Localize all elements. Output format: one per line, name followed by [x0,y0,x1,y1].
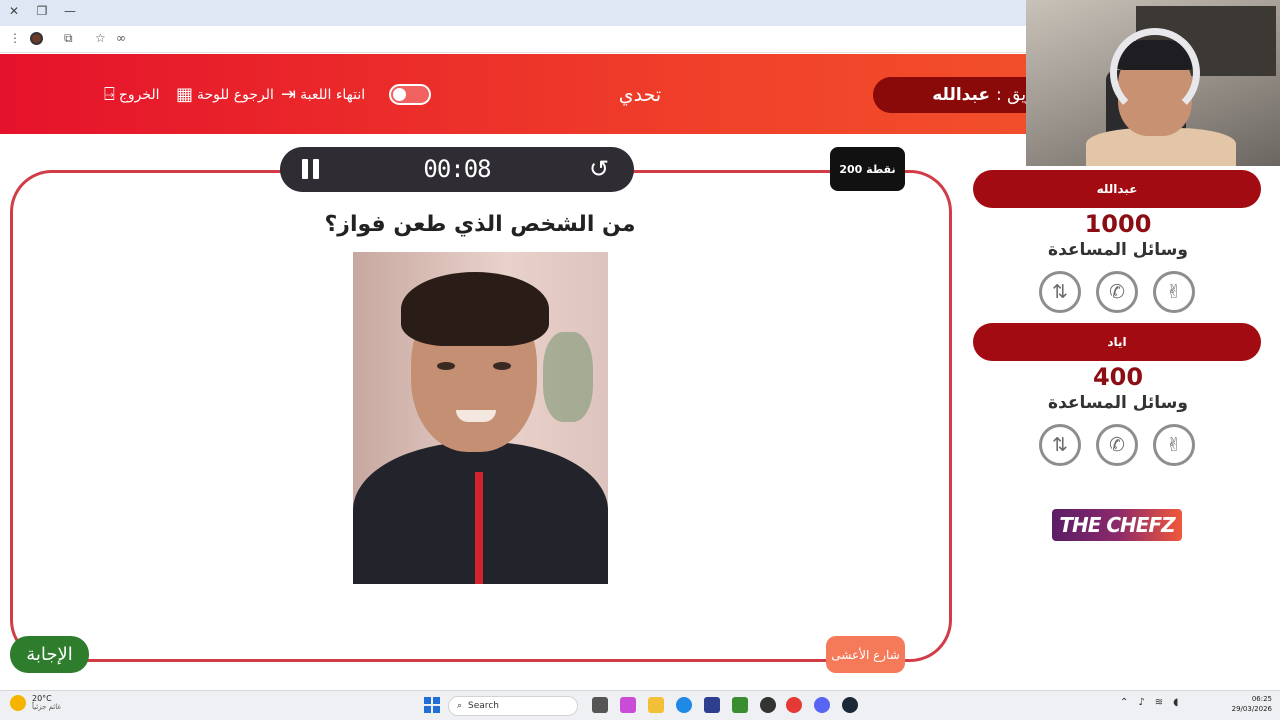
team-2-name: اياد [973,323,1261,361]
windows-logo-icon [424,697,431,704]
team-1-aids-label: وسائل المساعدة [1048,240,1188,260]
show-answer-button[interactable]: الإجابة [10,636,89,673]
webcam-overlay [1026,0,1280,166]
kebab-menu-icon[interactable]: ⋮ [9,31,21,45]
arrow-to-line-icon: ⇥ [281,84,297,105]
discord-icon[interactable] [814,697,830,713]
clock-time: 06:25 [1251,695,1272,703]
windows-logo-tile [433,697,440,704]
phone-icon: ✆ [1109,281,1125,303]
exit-button[interactable]: ⍈ الخروج [104,82,160,108]
minecraft-icon[interactable] [732,697,748,713]
volume-icon[interactable]: ◖ [1173,697,1178,708]
pause-icon [302,159,308,179]
image-eye-right [493,362,511,370]
taskbar-search[interactable]: ⌕ Search [448,696,578,716]
end-game-label: انتهاء اللعبة [300,87,366,103]
pause-button[interactable] [302,159,320,179]
incognito-icon[interactable]: ∞ [116,31,126,45]
windows-logo-tile [424,706,431,713]
weather-desc: غائم جزئياً [32,703,62,711]
peace-hand-icon: ✌ [1166,434,1182,456]
clock-date: 29/03/2026 [1231,705,1272,713]
sponsor-logo: THE CHEFZ [1052,509,1182,541]
image-zipper [475,472,483,584]
history-reset-icon: ↺ [588,155,610,183]
team-2-score: 400 [1092,363,1144,391]
image-mouth [456,410,496,422]
team-2-call-friend-button[interactable]: ✆ [1096,424,1138,466]
grid-icon: ▦ [176,84,194,105]
team-1-double-points-button[interactable]: ✌ [1153,271,1195,313]
wifi-icon[interactable]: ≋ [1155,697,1163,708]
windows-logo-tile [433,706,440,713]
end-game-button[interactable]: ⇥ انتهاء اللعبة [281,82,365,108]
exit-label: الخروج [118,87,160,103]
start-button[interactable] [424,697,440,713]
turn-team-name: عبدالله [932,85,991,105]
team-1-score: 1000 [1084,210,1152,238]
close-window-icon[interactable]: ✕ [7,4,21,18]
page-title: تحدي [618,84,662,106]
team-2-double-points-button[interactable]: ✌ [1153,424,1195,466]
restore-window-icon[interactable]: ❐ [35,4,49,18]
webcam-headset [1110,28,1200,118]
door-exit-icon: ⍈ [104,84,115,105]
timer-display: 00:08 [423,155,491,183]
microphone-icon[interactable]: ♪ [1138,697,1144,708]
profile-avatar[interactable] [30,32,43,45]
weather-temp: 20°C [32,694,52,703]
store-icon[interactable] [704,697,720,713]
search-icon: ⌕ [457,701,463,711]
steam-icon[interactable] [842,697,858,713]
peace-hand-icon: ✌ [1166,281,1182,303]
image-eye-left [437,362,455,370]
file-explorer-icon[interactable] [648,697,664,713]
chevron-up-icon[interactable]: ⌃ [1120,697,1128,708]
edge-icon[interactable] [676,697,692,713]
team-2-aids-label: وسائل المساعدة [1048,393,1188,413]
copilot-icon[interactable] [620,697,636,713]
back-to-board-label: الرجوع للوحة [197,87,274,103]
swap-arrows-icon: ⇅ [1052,434,1068,456]
partly-cloudy-icon [10,694,26,711]
points-badge: 200 نقطة [830,147,905,191]
system-tray: ⌃ ♪ ≋ ◖ [1120,697,1178,708]
chrome-icon[interactable] [786,697,802,713]
extensions-icon[interactable]: ⧉ [64,31,73,46]
image-background-plant [543,332,593,422]
team-1-swap-turn-button[interactable]: ⇅ [1039,271,1081,313]
timer-bar: 00:08 ↺ [280,147,634,192]
windows-taskbar [0,690,1280,720]
pause-icon-bar [313,159,319,179]
minimize-window-icon[interactable]: — [63,4,77,18]
toggle-knob [393,88,406,101]
swap-arrows-icon: ⇅ [1052,281,1068,303]
team-1-name: عبدالله [973,170,1261,208]
weather-widget[interactable]: 20°C غائم جزئياً [10,694,61,711]
task-view-icon[interactable] [592,697,608,713]
bookmark-star-icon[interactable]: ☆ [95,31,106,45]
team-1-call-friend-button[interactable]: ✆ [1096,271,1138,313]
question-text: من الشخص الذي طعن فواز؟ [324,212,636,237]
theme-toggle[interactable] [389,84,431,105]
taskbar-clock[interactable]: 06:25 29/03/2026 [1222,694,1272,714]
obs-icon[interactable] [760,697,776,713]
phone-icon: ✆ [1109,434,1125,456]
category-button[interactable]: شارع الأعشى [826,636,905,673]
reset-timer-button[interactable]: ↺ [585,155,613,183]
team-2-swap-turn-button[interactable]: ⇅ [1039,424,1081,466]
taskbar-search-label: Search [468,701,499,711]
image-hair [401,272,549,346]
back-to-board-button[interactable]: ▦ الرجوع للوحة [176,82,274,108]
question-image [353,252,608,584]
